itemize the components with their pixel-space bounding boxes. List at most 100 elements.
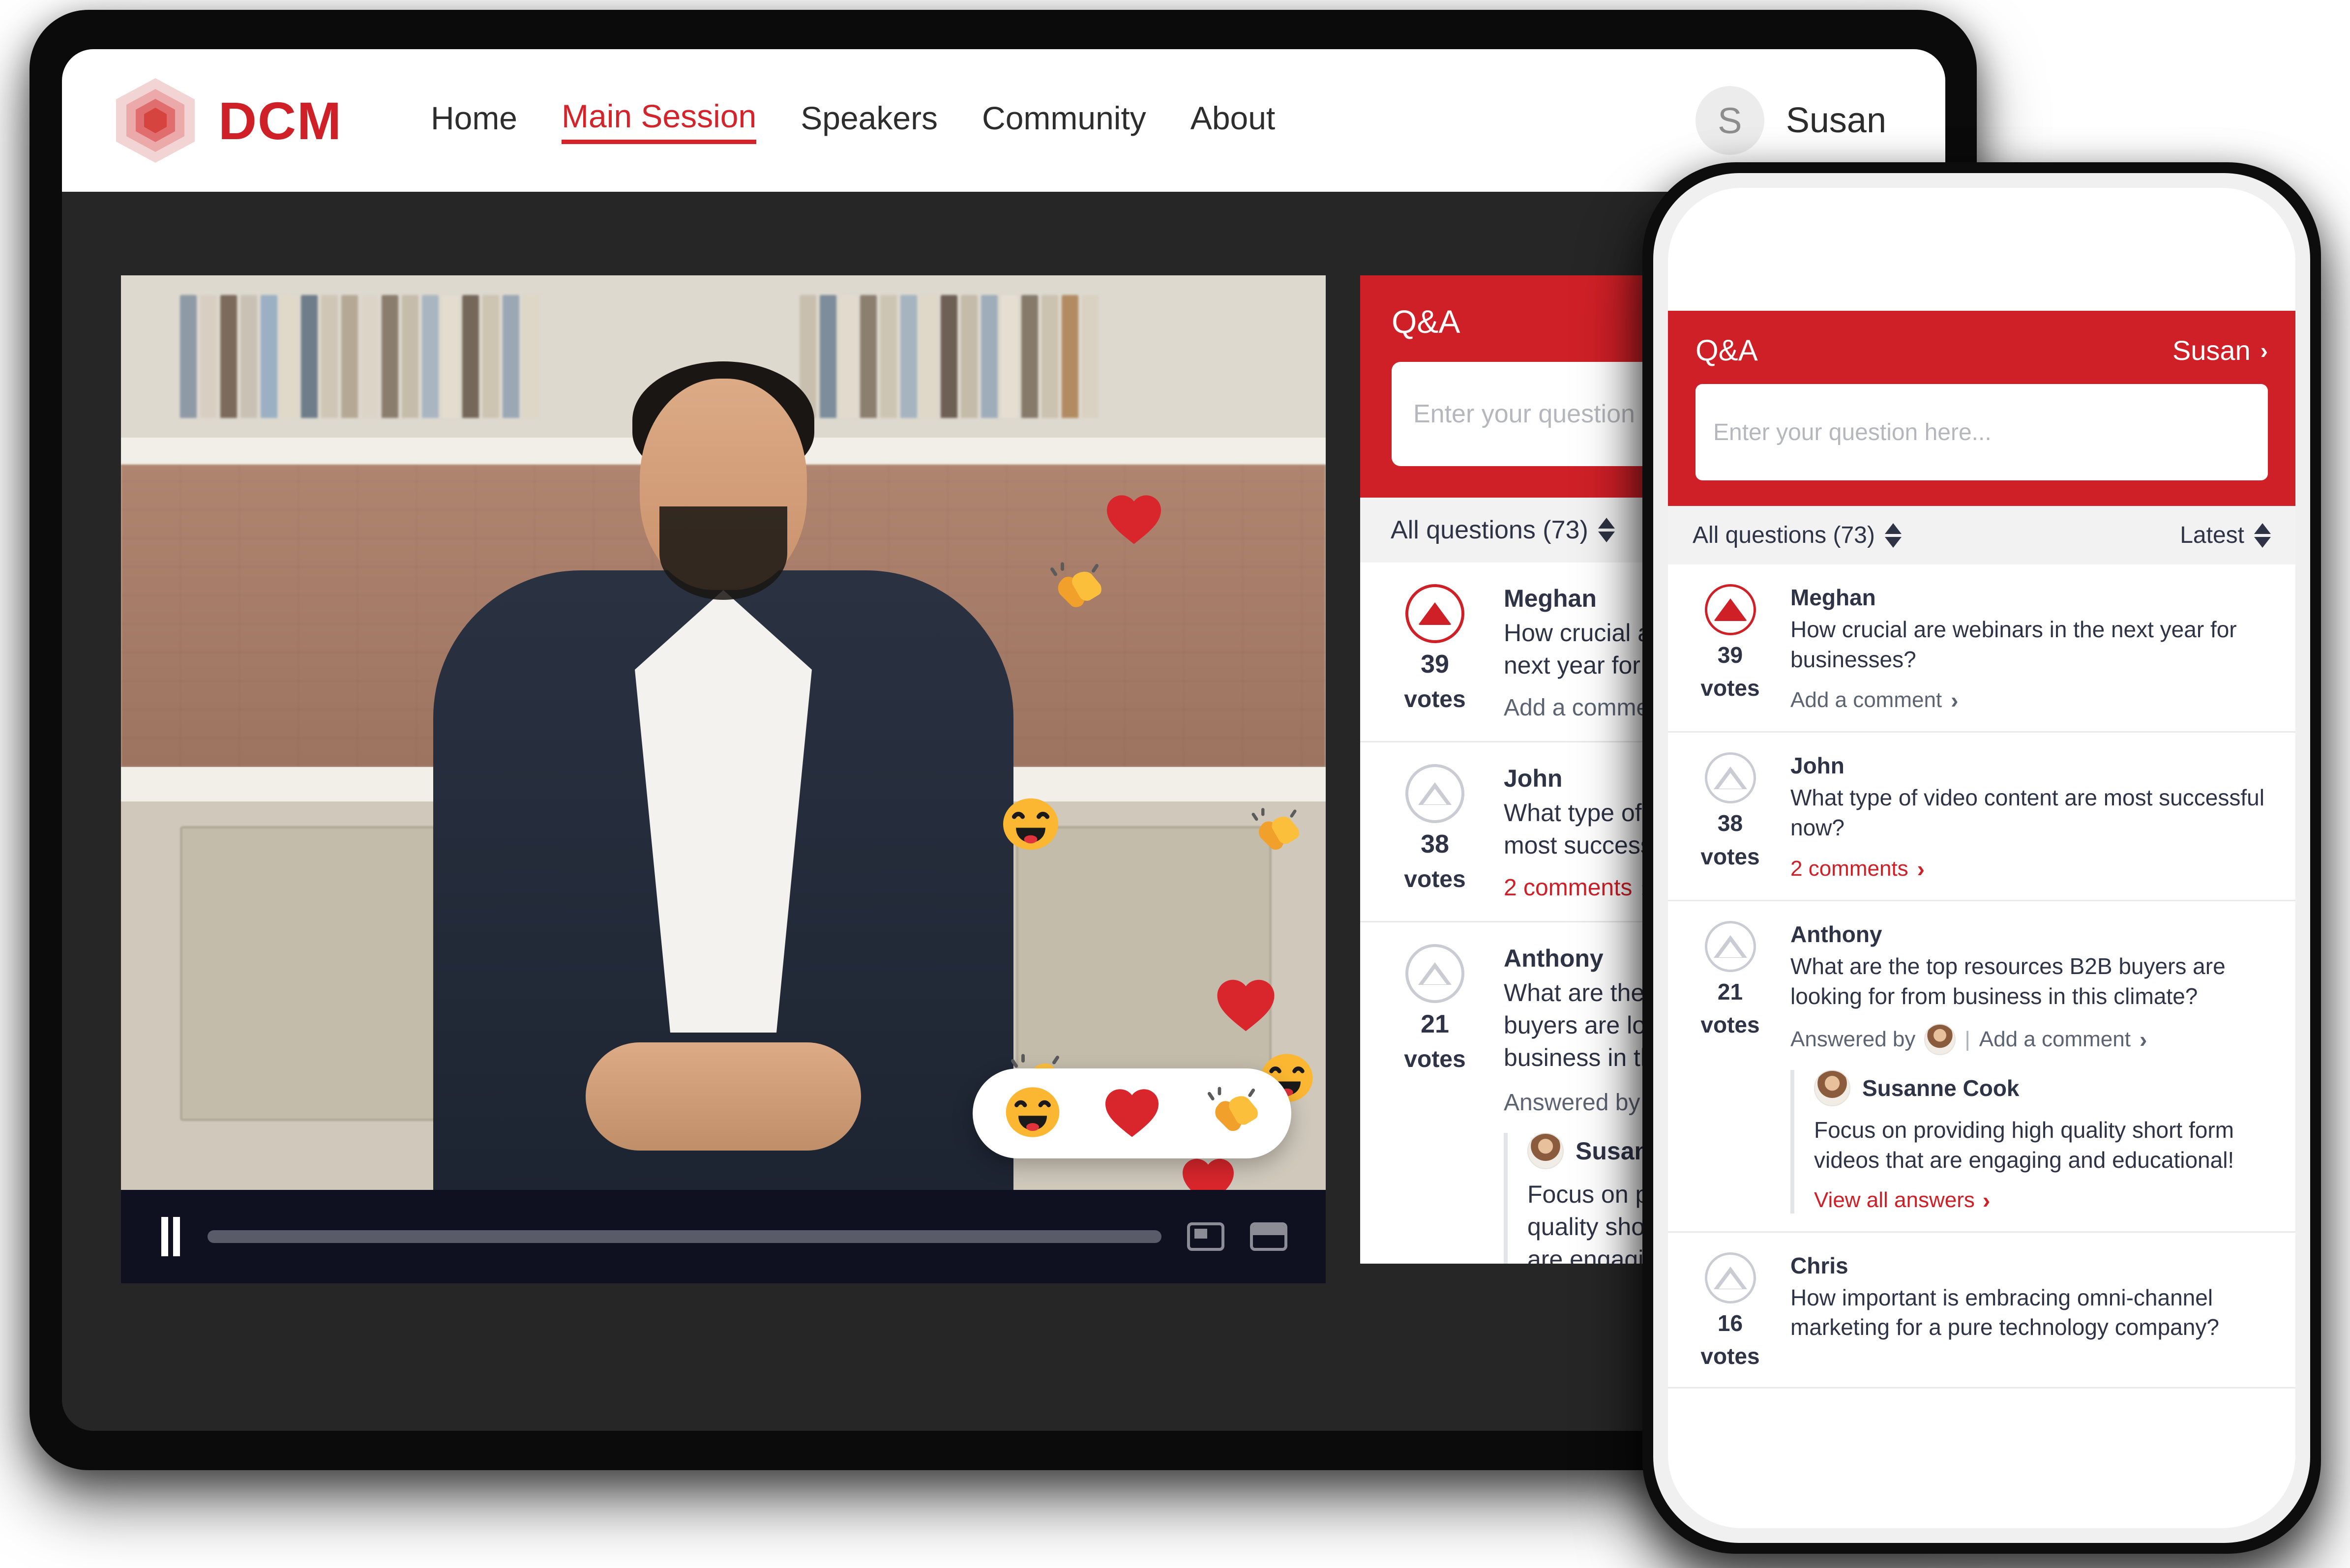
comments-link[interactable]: 2 comments › (1790, 856, 2271, 882)
answer-author: Susanne Cook (1862, 1075, 2020, 1101)
qa-filter-bar-mobile: All questions (73) Latest (1668, 506, 2295, 564)
question-text: How crucial are webinars in the next yea… (1790, 617, 2237, 672)
question-filter-label: All questions (73) (1693, 522, 1875, 548)
upvote-icon[interactable] (1405, 584, 1464, 643)
answer-header: Susanne Cook (1814, 1070, 2271, 1107)
comments-label: 2 comments (1790, 856, 1908, 881)
answered-by-row[interactable]: Answered by | Add a comment › (1790, 1024, 2271, 1056)
vote-control[interactable]: 39 votes (1386, 584, 1484, 721)
reaction-grinning-face-icon[interactable] (1004, 1085, 1061, 1142)
question-author: Meghan (1790, 585, 1876, 610)
question-text: What are the top resources B2B buyers ar… (1790, 953, 2226, 1009)
vote-count: 38 (1421, 830, 1449, 858)
question-sort-label: Latest (2180, 522, 2244, 548)
reaction-red-heart-icon[interactable] (1103, 1086, 1160, 1141)
vote-control[interactable]: 39 votes (1690, 584, 1771, 713)
upvote-icon[interactable] (1405, 764, 1464, 823)
answered-by-label: Answered by (1504, 1089, 1640, 1116)
main-navigation: Home Main Session Speakers Community Abo… (431, 97, 1275, 144)
divider: | (1964, 1027, 1970, 1052)
question-filter-dropdown[interactable]: All questions (73) (1391, 515, 1615, 545)
add-comment-label: Add a comment (1790, 688, 1942, 712)
nav-item-main-session[interactable]: Main Session (562, 97, 757, 144)
site-header: DCM Home Main Session Speakers Community… (62, 49, 1945, 192)
vote-count: 39 (1421, 650, 1449, 679)
vote-control[interactable]: 38 votes (1690, 752, 1771, 882)
upvote-icon[interactable] (1704, 1252, 1756, 1303)
qa-user-link[interactable]: Susan › (2172, 334, 2268, 366)
list-item[interactable]: 38 votes John What type of video content… (1668, 733, 2295, 901)
question-text: How important is embracing omni-channel … (1790, 1284, 2219, 1340)
upvote-icon[interactable] (1704, 752, 1756, 804)
brand-logo[interactable]: DCM (116, 78, 342, 163)
user-menu[interactable]: S Susan (1695, 86, 1886, 155)
chevron-right-icon: › (1917, 856, 1925, 882)
question-filter-dropdown-mobile[interactable]: All questions (73) (1693, 522, 1902, 549)
hexagon-layers-icon (116, 78, 195, 163)
sort-arrows-icon (2254, 523, 2271, 548)
vote-control[interactable]: 38 votes (1386, 764, 1484, 901)
video-progress-slider[interactable] (208, 1230, 1161, 1243)
list-item[interactable]: 16 votes Chris How important is embracin… (1668, 1233, 2295, 1389)
nav-item-about[interactable]: About (1190, 99, 1275, 142)
add-comment-link[interactable]: Add a comment › (1790, 687, 2271, 713)
upvote-icon[interactable] (1704, 584, 1756, 635)
floating-grinning-face-icon (1001, 797, 1060, 852)
floating-red-heart-icon (1215, 976, 1277, 1033)
brand-name: DCM (218, 90, 342, 150)
vote-control[interactable]: 21 votes (1690, 920, 1771, 1213)
add-comment-label: Add a comment (1979, 1027, 2131, 1052)
user-name: Susan (1785, 101, 1886, 140)
list-item[interactable]: 39 votes Meghan How crucial are webinars… (1668, 564, 2295, 733)
question-author: Anthony (1790, 921, 1882, 947)
chevron-right-icon: › (2139, 1027, 2147, 1053)
question-body: Chris How important is embracing omni-ch… (1790, 1252, 2271, 1369)
nav-item-home[interactable]: Home (431, 99, 517, 142)
vote-count: 38 (1717, 810, 1743, 836)
qa-panel-header-mobile: Q&A Susan › (1668, 311, 2295, 506)
vote-label: votes (1700, 675, 1760, 701)
comments-label: 2 comments (1504, 875, 1633, 901)
list-item[interactable]: 21 votes Anthony What are the top resour… (1668, 901, 2295, 1233)
vote-count: 16 (1717, 1310, 1743, 1336)
vote-count: 21 (1717, 978, 1743, 1005)
floating-red-heart-icon (1181, 1155, 1236, 1190)
question-body: Meghan How crucial are webinars in the n… (1790, 584, 2271, 713)
upvote-icon[interactable] (1405, 944, 1464, 1003)
screenshot-stage: DCM Home Main Session Speakers Community… (0, 0, 2350, 1568)
vote-label: votes (1700, 1343, 1760, 1369)
view-all-answers-link[interactable]: View all answers › (1814, 1187, 2271, 1213)
video-player[interactable] (121, 275, 1326, 1190)
vote-label: votes (1404, 1046, 1466, 1072)
vote-control[interactable]: 21 votes (1386, 944, 1484, 1264)
qa-user-label: Susan (2172, 335, 2251, 366)
question-sort-dropdown-mobile[interactable]: Latest (2180, 522, 2271, 549)
theater-mode-icon[interactable] (1250, 1222, 1287, 1251)
picture-in-picture-icon[interactable] (1187, 1222, 1224, 1251)
vote-label: votes (1700, 843, 1760, 869)
chevron-right-icon: › (1951, 687, 1959, 713)
question-author: John (1790, 753, 1844, 779)
vote-label: votes (1700, 1012, 1760, 1038)
vote-label: votes (1404, 686, 1466, 712)
vote-label: votes (1404, 866, 1466, 892)
reaction-clapping-hands-icon[interactable] (1203, 1085, 1260, 1142)
sort-arrows-icon (1884, 523, 1902, 548)
question-body: Anthony What are the top resources B2B b… (1790, 921, 2271, 1213)
nav-item-speakers[interactable]: Speakers (801, 99, 938, 142)
answer-text: Focus on providing high quality short fo… (1814, 1117, 2234, 1173)
answerer-avatar (1924, 1024, 1956, 1056)
vote-count: 21 (1421, 1010, 1449, 1038)
sort-arrows-icon (1598, 518, 1615, 542)
question-input-mobile[interactable] (1696, 384, 2268, 480)
question-author: Chris (1790, 1252, 1848, 1278)
chevron-right-icon: › (1982, 1187, 1991, 1213)
pause-icon[interactable] (159, 1217, 182, 1256)
nav-item-community[interactable]: Community (982, 99, 1146, 142)
vote-control[interactable]: 16 votes (1690, 1252, 1771, 1369)
upvote-icon[interactable] (1704, 920, 1756, 972)
reaction-bar (973, 1068, 1291, 1158)
avatar: S (1695, 86, 1764, 155)
avatar (1527, 1133, 1564, 1169)
question-text: What type of video content are most succ… (1790, 785, 2264, 841)
